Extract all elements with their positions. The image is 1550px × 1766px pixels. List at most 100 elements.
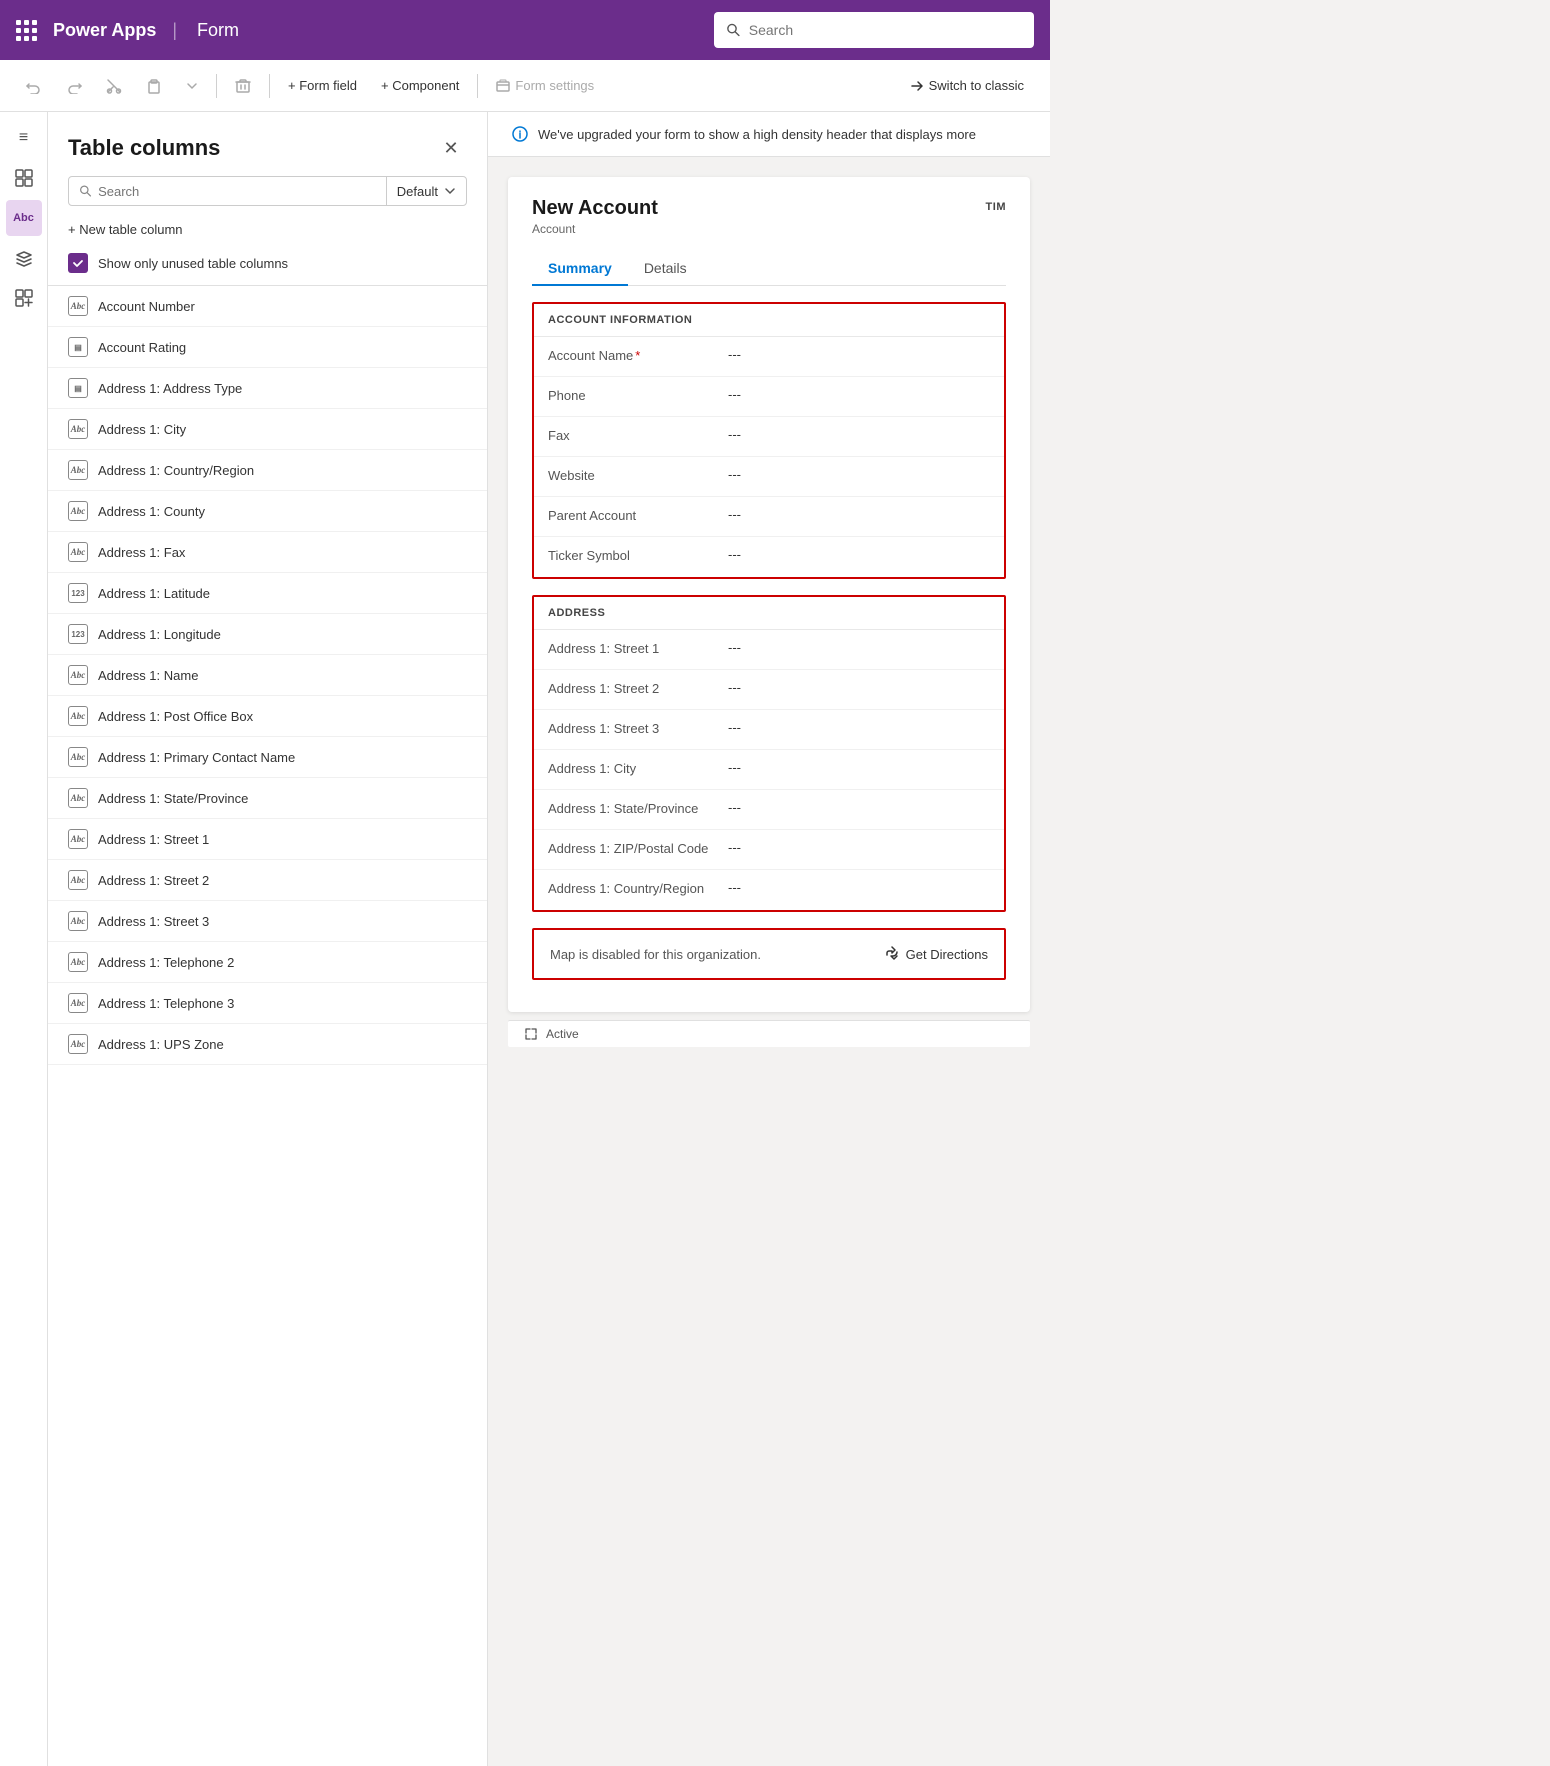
close-panel-button[interactable]: ✕ [435, 132, 467, 164]
column-name: Address 1: City [98, 422, 186, 437]
dropdown-button[interactable] [176, 74, 208, 98]
list-item[interactable]: Abc Address 1: City [48, 409, 487, 450]
number-icon: 123 [68, 624, 88, 644]
list-item[interactable]: Abc Address 1: State/Province [48, 778, 487, 819]
list-item[interactable]: 123 Address 1: Latitude [48, 573, 487, 614]
status-badge: Active [546, 1027, 579, 1041]
form-sections: ACCOUNT INFORMATION Account Name* --- Ph… [532, 302, 1006, 980]
field-value-website[interactable]: --- [728, 467, 741, 482]
list-item[interactable]: Abc Address 1: Country/Region [48, 450, 487, 491]
column-name: Address 1: Street 3 [98, 914, 209, 929]
list-item[interactable]: Abc Address 1: Street 2 [48, 860, 487, 901]
section-header-account-info: ACCOUNT INFORMATION [534, 304, 1004, 337]
tab-details[interactable]: Details [628, 252, 703, 286]
text-icon: Abc [68, 747, 88, 767]
new-column-button[interactable]: + New table column [68, 218, 467, 241]
text-icon: Abc [68, 952, 88, 972]
undo-button[interactable] [16, 72, 52, 100]
dashboard-icon[interactable] [6, 160, 42, 196]
delete-icon [235, 78, 251, 94]
column-name: Address 1: Fax [98, 545, 185, 560]
show-unused-checkbox[interactable] [68, 253, 88, 273]
app-name: Power Apps [53, 20, 156, 41]
field-label-street1: Address 1: Street 1 [548, 640, 728, 656]
components-icon[interactable] [6, 280, 42, 316]
cut-button[interactable] [96, 72, 132, 100]
abc-icon[interactable]: Abc [6, 200, 42, 236]
text-icon: Abc [68, 870, 88, 890]
waffle-icon[interactable] [16, 20, 37, 41]
list-item[interactable]: Abc Account Number [48, 286, 487, 327]
column-name: Address 1: Street 1 [98, 832, 209, 847]
list-item[interactable]: Abc Address 1: Street 1 [48, 819, 487, 860]
list-item[interactable]: 123 Address 1: Longitude [48, 614, 487, 655]
cut-icon [106, 78, 122, 94]
field-value-street1[interactable]: --- [728, 640, 741, 655]
text-icon: Abc [68, 460, 88, 480]
search-box[interactable] [714, 12, 1034, 48]
field-value-account-name[interactable]: --- [728, 347, 741, 362]
list-item[interactable]: ▤ Account Rating [48, 327, 487, 368]
directions-icon [884, 946, 900, 962]
field-label-country: Address 1: Country/Region [548, 880, 728, 896]
field-row-city: Address 1: City --- [534, 750, 1004, 790]
checkmark-icon [72, 257, 84, 269]
field-label-ticker-symbol: Ticker Symbol [548, 547, 728, 563]
switch-icon [910, 79, 924, 93]
form-settings-button[interactable]: Form settings [486, 72, 604, 99]
list-item[interactable]: Abc Address 1: Telephone 3 [48, 983, 487, 1024]
component-button[interactable]: + Component [371, 72, 469, 99]
text-icon: Abc [68, 829, 88, 849]
field-value-parent-account[interactable]: --- [728, 507, 741, 522]
timeline-area: Tim [986, 197, 1006, 215]
field-value-phone[interactable]: --- [728, 387, 741, 402]
field-value-city[interactable]: --- [728, 760, 741, 775]
column-name: Address 1: Street 2 [98, 873, 209, 888]
field-label-parent-account: Parent Account [548, 507, 728, 523]
field-value-country[interactable]: --- [728, 880, 741, 895]
list-item[interactable]: Abc Address 1: Fax [48, 532, 487, 573]
list-item[interactable]: ▤ Address 1: Address Type [48, 368, 487, 409]
toolbar-separator-2 [269, 74, 270, 98]
delete-button[interactable] [225, 72, 261, 100]
column-name: Address 1: Name [98, 668, 198, 683]
switch-classic-button[interactable]: Switch to classic [900, 72, 1034, 99]
list-item[interactable]: Abc Address 1: Primary Contact Name [48, 737, 487, 778]
list-item[interactable]: Abc Address 1: Telephone 2 [48, 942, 487, 983]
redo-button[interactable] [56, 72, 92, 100]
text-icon: Abc [68, 706, 88, 726]
tab-summary[interactable]: Summary [532, 252, 628, 286]
list-item[interactable]: Abc Address 1: County [48, 491, 487, 532]
search-input[interactable] [749, 22, 1022, 38]
hamburger-menu-icon[interactable]: ≡ [6, 120, 42, 156]
text-icon: Abc [68, 911, 88, 931]
search-filter-label: Default [397, 184, 438, 199]
column-name: Account Rating [98, 340, 186, 355]
field-label-city: Address 1: City [548, 760, 728, 776]
panel-title: Table columns [68, 135, 220, 161]
field-value-street3[interactable]: --- [728, 720, 741, 735]
get-directions-button[interactable]: Get Directions [884, 946, 988, 962]
form-field-button[interactable]: + Form field [278, 72, 367, 99]
field-value-state[interactable]: --- [728, 800, 741, 815]
field-value-fax[interactable]: --- [728, 427, 741, 442]
list-item[interactable]: Abc Address 1: UPS Zone [48, 1024, 487, 1065]
layers-icon[interactable] [6, 240, 42, 276]
field-row-street2: Address 1: Street 2 --- [534, 670, 1004, 710]
column-name: Address 1: State/Province [98, 791, 248, 806]
list-item[interactable]: Abc Address 1: Post Office Box [48, 696, 487, 737]
search-filter-dropdown[interactable]: Default [387, 178, 466, 205]
panel-search-input[interactable] [98, 184, 376, 199]
field-row-ticker-symbol: Ticker Symbol --- [534, 537, 1004, 577]
field-value-zip[interactable]: --- [728, 840, 741, 855]
field-value-ticker-symbol[interactable]: --- [728, 547, 741, 562]
list-item[interactable]: Abc Address 1: Name [48, 655, 487, 696]
paste-button[interactable] [136, 72, 172, 100]
panel-search-icon [79, 184, 92, 198]
list-item[interactable]: Abc Address 1: Street 3 [48, 901, 487, 942]
info-text: We've upgraded your form to show a high … [538, 127, 976, 142]
field-row-zip: Address 1: ZIP/Postal Code --- [534, 830, 1004, 870]
field-value-street2[interactable]: --- [728, 680, 741, 695]
field-label-website: Website [548, 467, 728, 483]
main-layout: ≡ Abc [0, 112, 1050, 1766]
